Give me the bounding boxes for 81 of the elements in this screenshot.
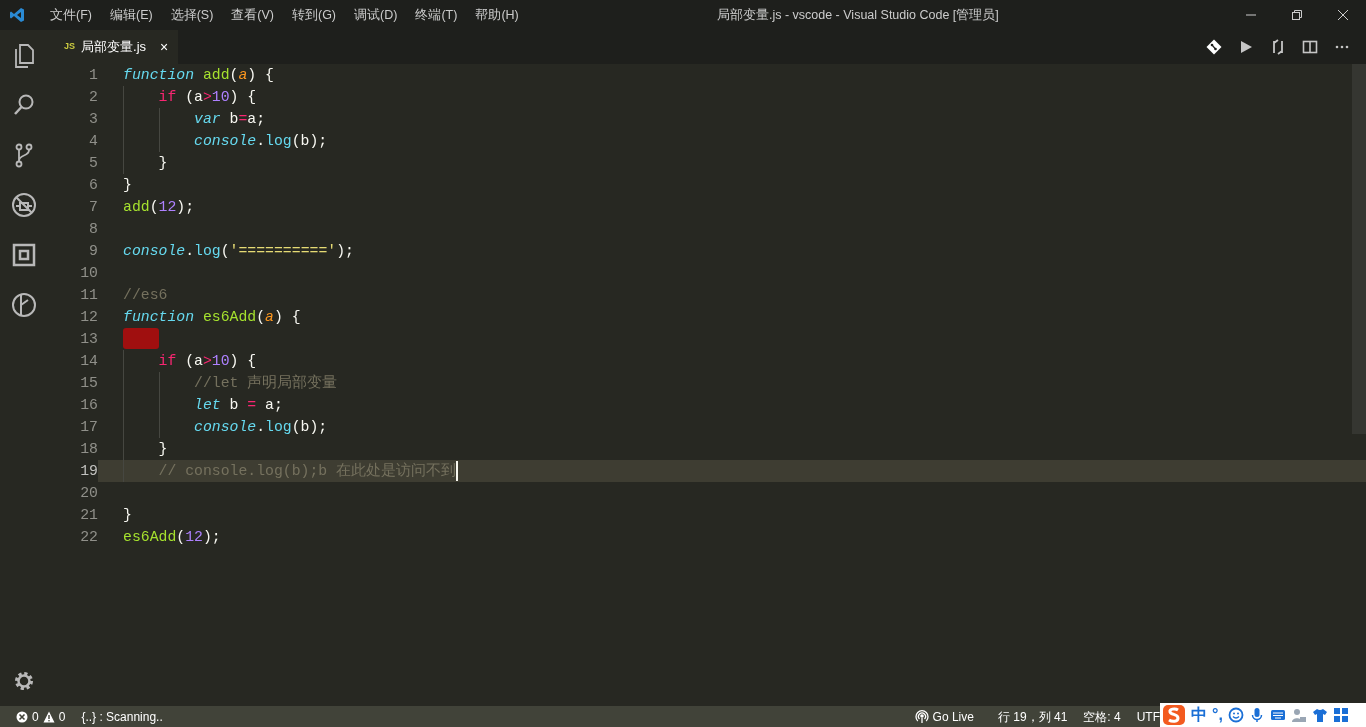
extensions-icon[interactable] xyxy=(11,242,37,268)
settings-icon[interactable] xyxy=(12,669,36,693)
debug-icon[interactable] xyxy=(11,192,37,218)
close-icon[interactable] xyxy=(1337,9,1349,21)
tab-close-button[interactable]: × xyxy=(160,36,169,58)
line-number: 13 xyxy=(79,330,98,349)
code-line: } xyxy=(98,438,1366,460)
line-number: 15 xyxy=(79,374,98,393)
code-line: } xyxy=(122,506,133,525)
go-live-button[interactable]: Go Live xyxy=(932,707,974,726)
line-number: 3 xyxy=(88,110,98,129)
window-title: 局部变量.js - vscode - Visual Studio Code [管理员] xyxy=(715,6,1000,24)
punctuation-toggle[interactable]: °, xyxy=(1212,707,1223,723)
file-type-label: JS xyxy=(64,40,75,54)
menu-item[interactable]: 帮助(H) xyxy=(466,0,528,30)
line-number: 11 xyxy=(79,286,98,305)
code-line: console.log('=========='); xyxy=(122,242,355,261)
error-icon[interactable] xyxy=(16,710,28,723)
line-number: 12 xyxy=(79,308,98,327)
line-number: 5 xyxy=(88,154,98,173)
timeline-icon[interactable] xyxy=(11,292,37,318)
indentation-setting[interactable]: 空格: 4 xyxy=(1083,707,1121,726)
menu-item[interactable]: 查看(V) xyxy=(222,0,283,30)
warning-count[interactable]: 0 xyxy=(58,707,66,726)
code-line: let b = a; xyxy=(98,394,1366,416)
line-number: 18 xyxy=(79,440,98,459)
tab-label: 局部变量.js xyxy=(81,38,146,57)
text-cursor xyxy=(456,461,459,482)
menu-item[interactable]: 文件(F) xyxy=(41,0,101,30)
line-number: 6 xyxy=(88,176,98,195)
line-number: 10 xyxy=(79,264,98,283)
code-line: add(12); xyxy=(122,198,196,217)
warning-icon[interactable] xyxy=(42,710,55,723)
code-line: function es6Add(a) { xyxy=(122,308,302,327)
menu-item[interactable]: 选择(S) xyxy=(161,0,223,30)
line-number: 19 xyxy=(79,462,98,481)
ime-mode-toggle[interactable]: 中 xyxy=(1191,707,1207,723)
grid-icon[interactable] xyxy=(1332,707,1349,723)
git-diamond-icon[interactable] xyxy=(1206,39,1222,55)
line-number: 21 xyxy=(79,506,98,525)
broadcast-icon[interactable] xyxy=(914,709,929,724)
code-line: var b=a; xyxy=(98,108,1366,130)
code-line: //es6 xyxy=(122,286,169,305)
emoji-icon[interactable] xyxy=(1227,707,1244,723)
code-line: console.log(b); xyxy=(98,130,1366,152)
line-number: 2 xyxy=(88,88,98,107)
run-icon[interactable] xyxy=(1238,39,1254,55)
line-number: 22 xyxy=(79,528,98,547)
code-line: if (a>10) { xyxy=(98,350,1366,372)
menu-item[interactable]: 编辑(E) xyxy=(100,0,162,30)
line-number: 14 xyxy=(79,352,98,371)
menu-item[interactable]: 调试(D) xyxy=(345,0,407,30)
app-logo-icon xyxy=(9,7,25,23)
menu-item[interactable]: 终端(T) xyxy=(406,0,467,30)
split-editor-icon[interactable] xyxy=(1302,39,1318,55)
code-line: console.log(b); xyxy=(98,416,1366,438)
shirt-icon[interactable] xyxy=(1311,707,1328,723)
line-number: 16 xyxy=(79,396,98,415)
editor-tab[interactable]: JS 局部变量.js × xyxy=(48,30,179,64)
code-line: es6Add(12); xyxy=(122,528,222,547)
line-number: 20 xyxy=(79,484,98,503)
menu-item[interactable]: 转到(G) xyxy=(283,0,346,30)
code-line: } xyxy=(98,152,1366,174)
line-number: 4 xyxy=(88,132,98,151)
ime-logo-icon[interactable] xyxy=(1162,704,1186,726)
cursor-position[interactable]: 行 19，列 41 xyxy=(997,707,1068,726)
line-number: 17 xyxy=(79,418,98,437)
line-number: 7 xyxy=(88,198,98,217)
code-line: //let 声明局部变量 xyxy=(98,372,1366,394)
code-line: if (a>10) { xyxy=(98,86,1366,108)
keyboard-icon[interactable] xyxy=(1269,707,1286,723)
compare-changes-icon[interactable] xyxy=(1270,39,1286,55)
line-number: 1 xyxy=(88,66,98,85)
code-line: } xyxy=(122,176,133,195)
scanning-status[interactable]: {..} : Scanning.. xyxy=(81,707,163,726)
restore-icon[interactable] xyxy=(1291,9,1303,21)
code-line: function add(a) { xyxy=(122,66,275,85)
line-number: 8 xyxy=(88,220,98,239)
error-count[interactable]: 0 xyxy=(32,707,39,726)
encoding-setting[interactable]: UTF xyxy=(1136,707,1160,726)
line-number: 9 xyxy=(88,242,98,261)
